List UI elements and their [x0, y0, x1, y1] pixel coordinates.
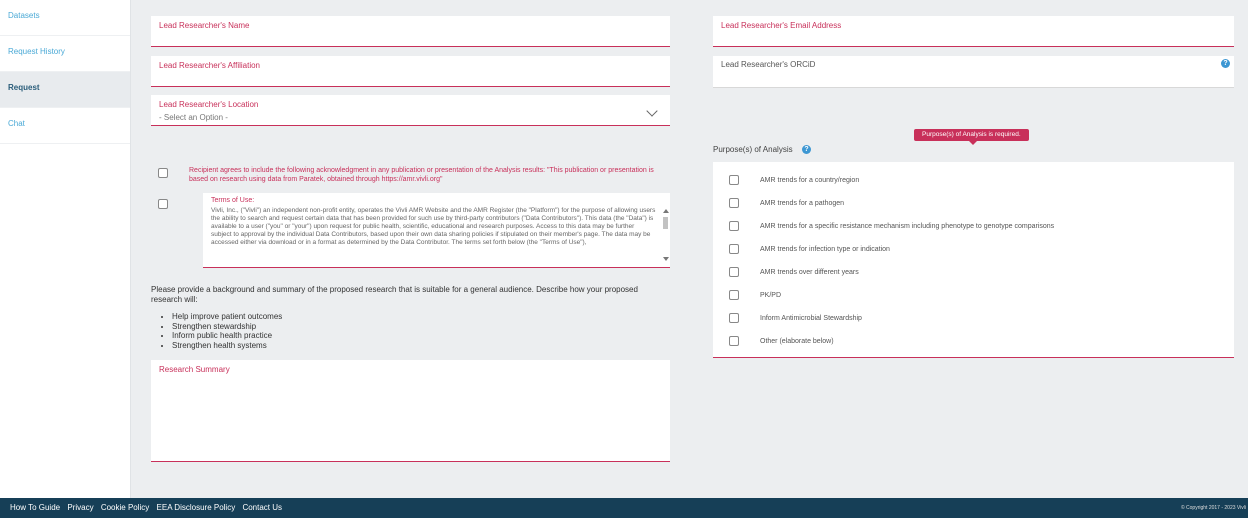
list-item: Help improve patient outcomes [172, 312, 282, 322]
sidebar-item-datasets[interactable]: Datasets [0, 0, 130, 36]
sidebar-item-request-history[interactable]: Request History [0, 36, 130, 72]
purpose-option-label: AMR trends over different years [760, 269, 859, 276]
copyright-text: © Copyright 2017 - 2023 Vivli [1180, 505, 1246, 511]
researcher-orcid-field[interactable]: Lead Researcher's ORCiD ? [713, 56, 1234, 88]
purpose-option-label: Other (elaborate below) [760, 338, 834, 345]
summary-bullet-list: Help improve patient outcomes Strengthen… [158, 312, 282, 350]
footer-link-contact-us[interactable]: Contact Us [242, 503, 282, 512]
footer-link-how-to-guide[interactable]: How To Guide [10, 503, 60, 512]
researcher-affiliation-label: Lead Researcher's Affiliation [159, 61, 260, 70]
researcher-location-value: - Select an Option - [159, 113, 228, 122]
purpose-checkbox[interactable] [729, 198, 739, 208]
sidebar-item-request[interactable]: Request [0, 72, 130, 108]
list-item: Strengthen stewardship [172, 322, 282, 332]
list-item: Inform public health practice [172, 331, 282, 341]
purpose-option-label: AMR trends for a specific resistance mec… [760, 223, 1055, 230]
footer-links: How To Guide Privacy Cookie Policy EEA D… [10, 503, 287, 512]
terms-scrollbar[interactable] [662, 209, 669, 261]
purpose-checkbox[interactable] [729, 313, 739, 323]
purpose-option-label: PK/PD [760, 292, 782, 299]
researcher-email-field[interactable]: Lead Researcher's Email Address [713, 16, 1234, 47]
purpose-checkbox[interactable] [729, 244, 739, 254]
sidebar: Datasets Request History Request Chat [0, 0, 131, 498]
acknowledgment-checkbox[interactable] [158, 168, 168, 178]
scroll-thumb[interactable] [663, 217, 668, 229]
purpose-option-label: AMR trends for a pathogen [760, 200, 845, 207]
help-icon[interactable]: ? [1221, 59, 1230, 68]
tooltip-arrow [969, 141, 977, 145]
sidebar-item-chat[interactable]: Chat [0, 108, 130, 144]
terms-text: Vivli, Inc., ("Vivli") an independent no… [211, 207, 656, 246]
researcher-location-select[interactable]: Lead Researcher's Location - Select an O… [151, 95, 670, 126]
summary-prompt: Please provide a background and summary … [151, 285, 638, 304]
purpose-checkbox[interactable] [729, 336, 739, 346]
scroll-up-icon[interactable] [663, 209, 669, 213]
purpose-option-label: Inform Antimicrobial Stewardship [760, 315, 862, 322]
research-summary-label: Research Summary [159, 365, 230, 374]
purpose-checkbox[interactable] [729, 267, 739, 277]
research-summary-textarea[interactable]: Research Summary [151, 360, 670, 462]
purpose-checkbox[interactable] [729, 221, 739, 231]
purpose-option-label: AMR trends for infection type or indicat… [760, 246, 890, 253]
footer-link-privacy[interactable]: Privacy [67, 503, 93, 512]
scroll-down-icon[interactable] [663, 257, 669, 261]
researcher-name-field[interactable]: Lead Researcher's Name [151, 16, 670, 47]
chevron-down-icon[interactable] [646, 105, 658, 117]
researcher-affiliation-field[interactable]: Lead Researcher's Affiliation [151, 56, 670, 87]
researcher-orcid-label: Lead Researcher's ORCiD [721, 60, 816, 69]
purpose-checkbox[interactable] [729, 290, 739, 300]
purpose-options-box: AMR trends for a country/region AMR tren… [713, 162, 1234, 358]
list-item: Strengthen health systems [172, 341, 282, 351]
footer: How To Guide Privacy Cookie Policy EEA D… [0, 498, 1248, 518]
terms-label: Terms of Use: [211, 197, 255, 204]
researcher-email-label: Lead Researcher's Email Address [721, 21, 842, 30]
purpose-checkbox[interactable] [729, 175, 739, 185]
purpose-option-label: AMR trends for a country/region [760, 177, 860, 184]
purpose-title: Purpose(s) of Analysis [713, 145, 793, 154]
help-icon[interactable]: ? [802, 145, 811, 154]
researcher-location-label: Lead Researcher's Location [159, 100, 259, 109]
researcher-name-label: Lead Researcher's Name [159, 21, 250, 30]
footer-link-cookie-policy[interactable]: Cookie Policy [101, 503, 149, 512]
footer-link-eea-disclosure[interactable]: EEA Disclosure Policy [157, 503, 236, 512]
acknowledgment-text: Recipient agrees to include the followin… [189, 167, 654, 183]
terms-of-use-box[interactable]: Terms of Use: Vivli, Inc., ("Vivli") an … [203, 193, 670, 268]
purpose-error-tooltip: Purpose(s) of Analysis is required. [914, 129, 1029, 141]
terms-checkbox[interactable] [158, 199, 168, 209]
